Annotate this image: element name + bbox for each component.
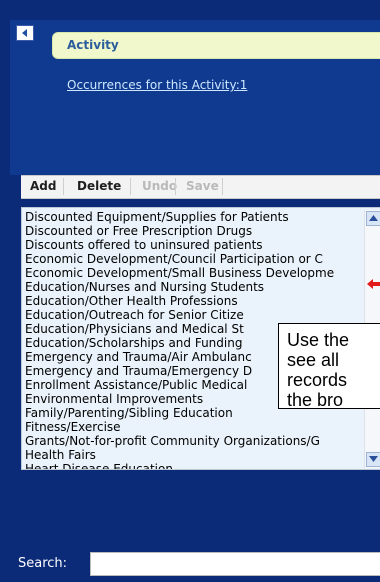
scroll-up-button[interactable] xyxy=(366,211,380,226)
search-label: Search: xyxy=(18,556,68,571)
list-item[interactable]: Economic Development/Council Participati… xyxy=(25,252,323,266)
list-item[interactable]: Heart Disease Education xyxy=(25,462,173,469)
toolbar-separator xyxy=(175,178,176,195)
help-callout: Use the see all records the bro xyxy=(278,323,380,410)
list-item[interactable]: Education/Other Health Professions xyxy=(25,294,238,308)
scroll-down-icon xyxy=(369,456,378,462)
callout-line: see all xyxy=(287,350,340,370)
list-item[interactable]: Grants/Not-for-profit Community Organiza… xyxy=(25,434,320,448)
list-item[interactable]: Health Fairs xyxy=(25,448,96,462)
list-item[interactable]: Fitness/Exercise xyxy=(25,420,121,434)
toolbar-separator xyxy=(130,178,131,195)
toolbar-separator xyxy=(63,178,64,195)
list-item[interactable]: Enrollment Assistance/Public Medical xyxy=(25,378,247,392)
list-toolbar: Add Delete Undo Save xyxy=(21,175,380,199)
save-button[interactable]: Save xyxy=(186,179,219,193)
list-item[interactable]: Education/Nurses and Nursing Students xyxy=(25,280,264,294)
activity-header: Activity xyxy=(52,32,380,59)
list-item[interactable]: Education/Outreach for Senior Citize xyxy=(25,308,244,322)
scroll-up-icon xyxy=(369,215,378,221)
scroll-down-button[interactable] xyxy=(366,452,380,467)
list-item[interactable]: Education/Scholarships and Funding xyxy=(25,336,242,350)
callout-line: Use the xyxy=(287,330,350,350)
collapse-button[interactable] xyxy=(16,25,34,41)
add-button[interactable]: Add xyxy=(30,179,56,193)
list-item[interactable]: Economic Development/Small Business Deve… xyxy=(25,266,334,280)
toolbar-separator xyxy=(222,178,223,195)
activity-title: Activity xyxy=(67,38,119,52)
list-item[interactable]: Emergency and Trauma/Emergency D xyxy=(25,364,252,378)
list-item[interactable]: Discounts offered to uninsured patients xyxy=(25,238,263,252)
undo-button[interactable]: Undo xyxy=(142,179,177,193)
list-item[interactable]: Environmental Improvements xyxy=(25,392,203,406)
list-item[interactable]: Education/Physicians and Medical St xyxy=(25,322,244,336)
occurrences-link[interactable]: Occurrences for this Activity:1 xyxy=(67,78,247,92)
callout-line: records xyxy=(287,370,348,390)
list-item[interactable]: Discounted or Free Prescription Drugs xyxy=(25,224,252,238)
list-item[interactable]: Family/Parenting/Sibling Education xyxy=(25,406,233,420)
list-item[interactable]: Emergency and Trauma/Air Ambulanc xyxy=(25,350,252,364)
activity-panel: Activity Occurrences for this Activity:1… xyxy=(0,0,380,582)
callout-line: the bro xyxy=(287,390,344,410)
red-arrow-icon xyxy=(367,279,380,289)
delete-button[interactable]: Delete xyxy=(77,179,121,193)
list-item[interactable]: Discounted Equipment/Supplies for Patien… xyxy=(25,210,289,224)
search-input[interactable] xyxy=(90,552,380,576)
collapse-arrow-icon xyxy=(22,29,27,37)
